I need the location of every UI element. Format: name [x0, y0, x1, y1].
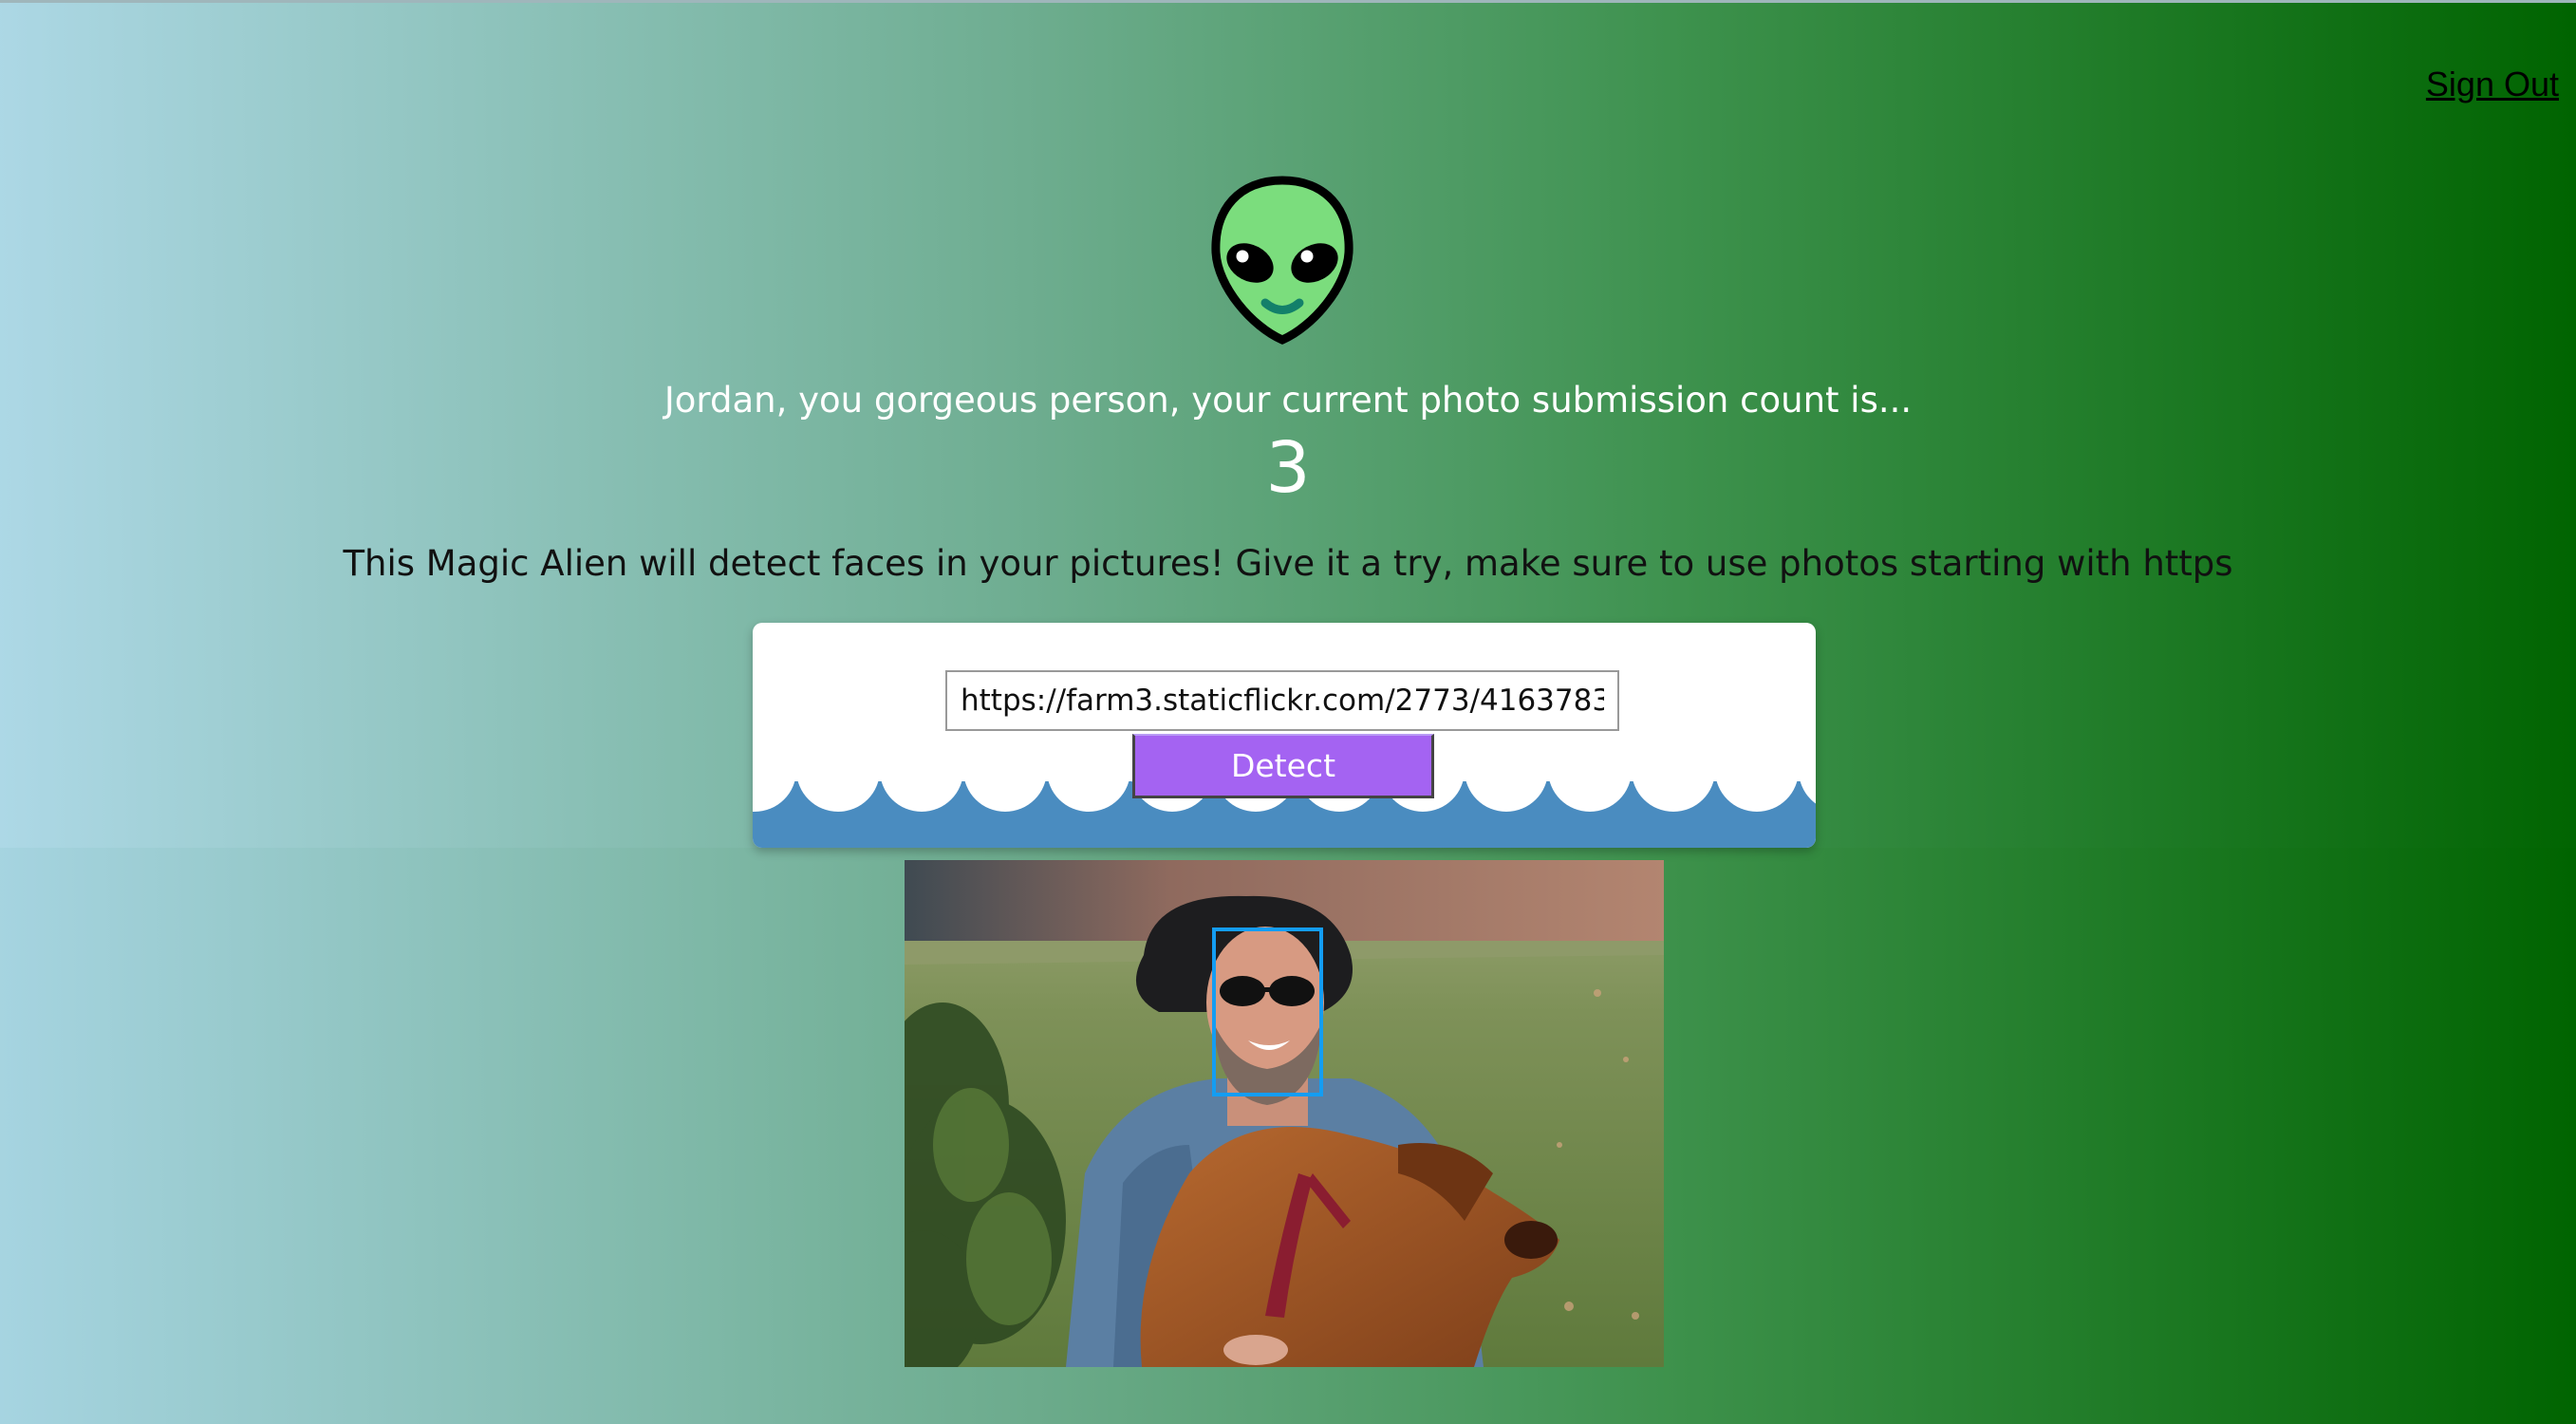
detect-button[interactable]: Detect [1132, 734, 1434, 798]
rank-greeting: Jordan, you gorgeous person, your curren… [663, 380, 1913, 421]
image-link-form: Detect [753, 623, 1816, 848]
page: Sign Out Jordan, you gorgeous person, yo… [0, 0, 2576, 1424]
sign-out-link[interactable]: Sign Out [2426, 65, 2559, 104]
detected-photo [905, 860, 1664, 1367]
top-border [0, 0, 2576, 3]
image-url-input[interactable] [945, 670, 1619, 731]
alien-icon [1206, 175, 1358, 346]
face-bounding-box [1212, 927, 1323, 1096]
app-description: This Magic Alien will detect faces in yo… [343, 543, 2233, 584]
submission-count: 3 [1265, 427, 1311, 509]
